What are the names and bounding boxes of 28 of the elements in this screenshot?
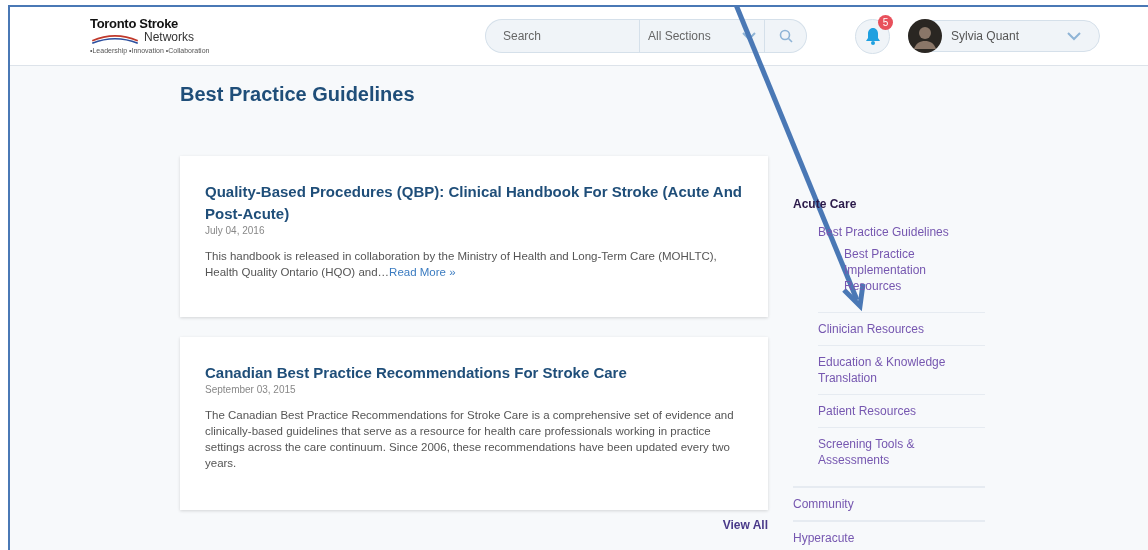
article-excerpt: This handbook is released in collaboration by the Ministry of Health and Long-Term Care (MOHLTC), Health Quality Ontario (HQO) and…Read More »	[205, 249, 718, 280]
sidebar-item[interactable]: Education & Knowledge Translation	[818, 346, 985, 394]
chevron-down-icon	[742, 31, 756, 41]
article-title-link[interactable]: Canadian Best Practice Recommendations For Stroke Care	[205, 362, 743, 384]
logo-subtitle: Networks	[144, 31, 194, 44]
notification-count-badge: 5	[878, 14, 893, 30]
sidebar-item[interactable]: Clinician Resources	[818, 313, 985, 345]
article-excerpt: The Canadian Best Practice Recommendations for Stroke Care is a comprehensive set of evidence and clinically-based guidelines that serve as a resource for health care professionals working in practice settings across the care continuum. Since 2006, these recommendations have been updated every two years.	[205, 408, 735, 471]
logo-title: Toronto Stroke	[90, 17, 179, 31]
avatar-icon	[908, 19, 942, 53]
sidebar-item[interactable]: Patient Resources	[818, 395, 985, 427]
notifications-button[interactable]: 5	[855, 18, 890, 54]
view-all-link[interactable]: View All	[722, 518, 768, 532]
page-title: Best Practice Guidelines	[180, 83, 416, 106]
sidebar-item[interactable]: Screening Tools & Assessments	[818, 428, 985, 476]
article-date: September 03, 2015	[205, 384, 297, 395]
search-icon	[778, 29, 793, 43]
chevron-down-icon	[1067, 31, 1081, 41]
sidebar-item[interactable]: Hyperacute	[793, 522, 985, 550]
article-date: July 04, 2016	[205, 225, 266, 236]
bell-icon	[864, 27, 881, 45]
search-field[interactable]: Search	[485, 19, 639, 53]
sidebar-item[interactable]: Community	[793, 488, 985, 520]
read-more-link[interactable]: Read More »	[389, 266, 456, 278]
section-dropdown[interactable]: All Sections	[639, 19, 765, 53]
article-title-link[interactable]: Quality-Based Procedures (QBP): Clinical Handbook For Stroke (Acute And Post-Acute)	[205, 181, 743, 225]
user-menu[interactable]: Sylvia Quant	[908, 20, 1100, 52]
search-button[interactable]	[765, 19, 807, 53]
